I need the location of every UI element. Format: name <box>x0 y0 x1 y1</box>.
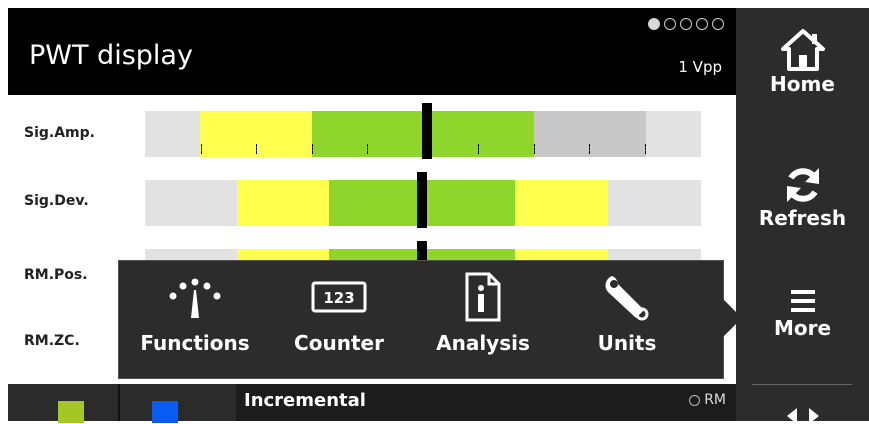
page-dot-3[interactable] <box>680 18 692 30</box>
sidebar-separator <box>752 384 852 385</box>
menu-label-units: Units <box>597 331 657 355</box>
scale-tick <box>645 144 647 154</box>
page-dot-4[interactable] <box>696 18 708 30</box>
home-icon <box>780 29 825 71</box>
row-label-sig-amp: Sig.Amp. <box>24 125 95 141</box>
header-bar: PWT display 1 Vpp <box>8 8 736 95</box>
sig-dev-yellow-left <box>237 180 329 226</box>
hamburger-menu-icon <box>790 290 815 312</box>
more-label: More <box>773 316 832 340</box>
menu-item-analysis[interactable]: Analysis <box>413 271 553 371</box>
divider <box>118 384 120 421</box>
menu-label-analysis: Analysis <box>436 331 530 355</box>
sig-amp-marker <box>422 103 432 159</box>
page-dot-5[interactable] <box>712 18 724 30</box>
refresh-icon <box>786 168 819 202</box>
counter-123-icon: 123 <box>311 281 367 313</box>
row-label-rm-zc: RM.ZC. <box>24 333 80 349</box>
home-button[interactable]: Home <box>736 28 869 96</box>
more-menu-popup: Functions 123 Counter Analysis Units <box>118 260 724 379</box>
menu-item-functions[interactable]: Functions <box>125 271 265 371</box>
scale-tick <box>201 144 203 154</box>
more-button[interactable]: More <box>736 286 869 340</box>
sig-dev-yellow-right <box>515 180 608 226</box>
menu-label-functions: Functions <box>140 331 250 355</box>
counter-icon-text: 123 <box>323 289 354 307</box>
wrench-icon <box>605 276 649 321</box>
row-label-sig-dev: Sig.Dev. <box>24 193 89 209</box>
bottom-status-strip: Incremental RM <box>8 384 736 423</box>
rm-label: RM <box>704 392 726 408</box>
page-dot-1[interactable] <box>648 18 660 30</box>
page-indicator <box>648 18 724 30</box>
menu-label-counter: Counter <box>294 331 384 355</box>
page-title: PWT display <box>29 40 193 71</box>
menu-item-counter[interactable]: 123 Counter <box>269 271 409 371</box>
scale-tick <box>256 144 258 154</box>
rm-radio-icon <box>689 394 701 406</box>
scale-tick <box>312 144 314 154</box>
gauge-icon <box>169 278 221 318</box>
sig-amp-bar <box>145 103 701 159</box>
signal-type-label: 1 Vpp <box>678 58 722 76</box>
row-label-rm-pos: RM.Pos. <box>24 267 88 283</box>
scale-tick <box>478 144 480 154</box>
scale-tick <box>367 144 369 154</box>
scale-tick <box>589 144 591 154</box>
home-label: Home <box>770 72 835 96</box>
menu-item-units[interactable]: Units <box>557 271 697 371</box>
sig-dev-marker <box>417 172 427 228</box>
incremental-panel[interactable]: Incremental RM <box>236 384 736 421</box>
right-sidebar: Home Refresh More <box>736 8 869 424</box>
arrows-icon <box>786 408 819 424</box>
refresh-label: Refresh <box>758 206 847 230</box>
sig-dev-bar <box>145 172 701 228</box>
next-page-button[interactable] <box>736 404 869 424</box>
rm-indicator[interactable]: RM <box>689 392 726 408</box>
scale-tick <box>534 144 536 154</box>
status-swatch-green <box>58 401 84 423</box>
page-dot-2[interactable] <box>664 18 676 30</box>
status-swatch-blue <box>152 401 178 423</box>
refresh-button[interactable]: Refresh <box>736 164 869 230</box>
mode-label: Incremental <box>244 390 366 411</box>
info-document-icon <box>465 272 501 322</box>
